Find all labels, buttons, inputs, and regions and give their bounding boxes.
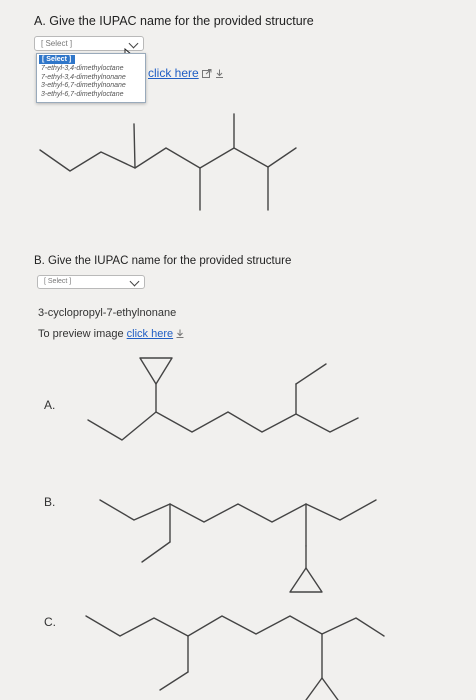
option-a-structure[interactable] (0, 340, 476, 460)
question-b-preview: To preview image click here (38, 328, 184, 340)
option-c-structure[interactable] (0, 600, 476, 700)
question-b-title: B. Give the IUPAC name for the provided … (34, 255, 292, 267)
compound-name: 3-cyclopropyl-7-ethylnonane (38, 307, 177, 319)
question-b-preview-link[interactable]: click here (127, 328, 173, 340)
chevron-down-icon (129, 276, 140, 287)
question-b-select-value: [ Select ] (44, 278, 72, 285)
option-b-structure[interactable] (0, 480, 476, 610)
question-b-select[interactable]: [ Select ] (37, 275, 145, 289)
download-icon[interactable] (176, 329, 184, 338)
question-a-structure (39, 113, 297, 211)
preview-prefix: To preview image (38, 328, 124, 340)
